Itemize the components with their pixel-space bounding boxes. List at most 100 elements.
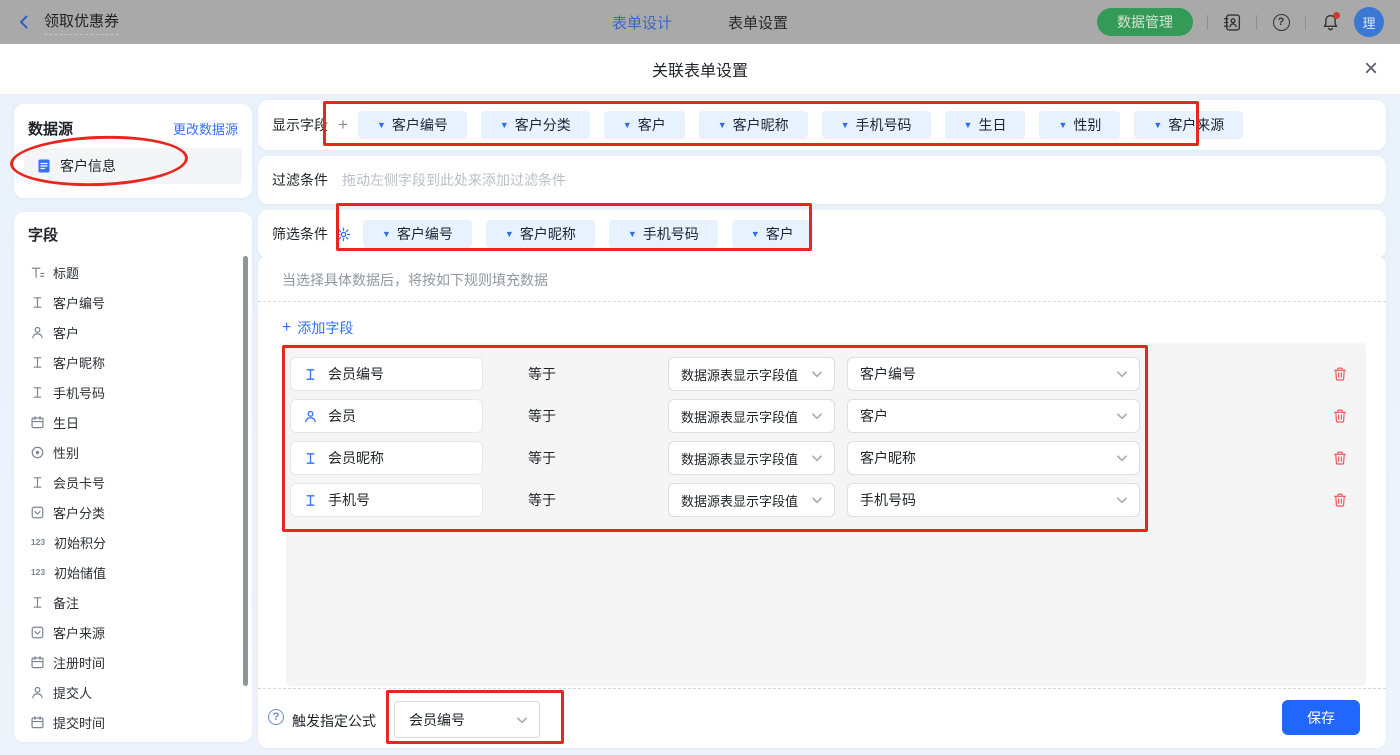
trigger-formula-select[interactable]: 会员编号 <box>394 701 540 738</box>
field-item[interactable]: 生日 <box>14 407 252 437</box>
delete-rule-button[interactable] <box>1332 408 1348 424</box>
field-item[interactable]: 客户昵称 <box>14 347 252 377</box>
source-type-select[interactable]: 数据源表显示字段值 <box>668 483 835 517</box>
screening-field-chip[interactable]: ▼客户昵称 <box>486 220 595 248</box>
field-item[interactable]: 注册时间 <box>14 647 252 677</box>
display-field-chip[interactable]: ▼客户来源 <box>1134 111 1243 139</box>
field-item[interactable]: 提交人 <box>14 677 252 707</box>
rule-row: 会员编号 等于 数据源表显示字段值 客户编号 <box>286 357 1366 391</box>
target-field-box[interactable]: 会员昵称 <box>290 441 483 475</box>
screening-conditions-label: 筛选条件 <box>272 224 328 244</box>
triangle-icon: ▼ <box>377 120 386 130</box>
display-field-chip[interactable]: ▼客户分类 <box>481 111 590 139</box>
display-field-chip[interactable]: ▼客户编号 <box>358 111 467 139</box>
chevron-down-icon <box>810 451 824 465</box>
contact-book-icon[interactable] <box>1222 12 1242 32</box>
calendar-icon <box>30 715 45 730</box>
triangle-icon: ▼ <box>751 229 760 239</box>
triangle-icon: ▼ <box>505 229 514 239</box>
tab-form-design[interactable]: 表单设计 <box>612 12 672 33</box>
field-item[interactable]: 客户分类 <box>14 497 252 527</box>
screening-field-chip[interactable]: ▼手机号码 <box>609 220 718 248</box>
field-item[interactable]: 123 初始储值 <box>14 557 252 587</box>
display-fields-label: 显示字段 <box>272 115 328 135</box>
source-field-select[interactable]: 客户昵称 <box>847 441 1140 475</box>
field-item[interactable]: 客户来源 <box>14 617 252 647</box>
field-item[interactable]: 客户编号 <box>14 287 252 317</box>
save-button[interactable]: 保存 <box>1282 700 1360 735</box>
filter-conditions-row: 过滤条件 拖动左侧字段到此处来添加过滤条件 <box>258 156 1386 204</box>
display-field-chip[interactable]: ▼客户 <box>604 111 685 139</box>
source-field-select[interactable]: 客户编号 <box>847 357 1140 391</box>
screening-field-chip[interactable]: ▼客户 <box>732 220 813 248</box>
field-item[interactable]: 123 初始积分 <box>14 527 252 557</box>
back-chevron-icon <box>16 14 32 30</box>
modal-titlebar: 关联表单设置 × <box>0 44 1400 95</box>
source-type-select[interactable]: 数据源表显示字段值 <box>668 399 835 433</box>
source-type-select[interactable]: 数据源表显示字段值 <box>668 357 835 391</box>
triangle-icon: ▼ <box>500 120 509 130</box>
person-icon <box>30 325 45 340</box>
display-field-chip[interactable]: ▼手机号码 <box>822 111 931 139</box>
add-display-field-button[interactable]: + <box>338 115 348 135</box>
help-icon[interactable]: ? <box>268 709 284 725</box>
modal-title: 关联表单设置 <box>652 57 748 81</box>
screening-field-chip[interactable]: ▼客户编号 <box>363 220 472 248</box>
delete-rule-button[interactable] <box>1332 450 1348 466</box>
select-icon <box>30 505 45 520</box>
divider <box>1256 15 1257 30</box>
number-icon: 123 <box>30 537 46 547</box>
chevron-down-icon <box>1115 409 1129 423</box>
divider <box>1305 15 1306 30</box>
operator-label: 等于 <box>528 441 556 475</box>
modal-body: 数据源 更改数据源 客户信息 字段 标题 客户编号 <box>0 95 1400 755</box>
notification-bell-icon[interactable] <box>1320 12 1340 32</box>
topbar: 领取优惠券 表单设计 表单设置 数据管理 ? <box>0 0 1400 44</box>
text-field-icon <box>30 385 45 400</box>
divider <box>258 301 1386 302</box>
field-item[interactable]: 标题 <box>14 257 252 287</box>
field-item[interactable]: 手机号码 <box>14 377 252 407</box>
text-field-icon <box>30 295 45 310</box>
source-type-select[interactable]: 数据源表显示字段值 <box>668 441 835 475</box>
operator-label: 等于 <box>528 357 556 391</box>
delete-rule-button[interactable] <box>1332 492 1348 508</box>
field-item[interactable]: 性别 <box>14 437 252 467</box>
back-button[interactable] <box>16 13 34 31</box>
display-field-chip[interactable]: ▼性别 <box>1039 111 1120 139</box>
filter-dropzone[interactable]: 拖动左侧字段到此处来添加过滤条件 <box>342 170 566 190</box>
filter-conditions-label: 过滤条件 <box>272 170 328 190</box>
document-icon <box>36 158 52 174</box>
add-field-button[interactable]: + 添加字段 <box>258 302 388 338</box>
scrollbar-thumb[interactable] <box>243 256 248 686</box>
field-item[interactable]: 会员卡号 <box>14 467 252 497</box>
fields-card: 字段 标题 客户编号 客户 客户昵称 <box>14 212 252 742</box>
change-datasource-link[interactable]: 更改数据源 <box>173 119 238 138</box>
field-item[interactable]: 备注 <box>14 587 252 617</box>
form-name[interactable]: 领取优惠券 <box>44 10 119 35</box>
field-item[interactable]: 客户 <box>14 317 252 347</box>
triangle-icon: ▼ <box>1153 120 1162 130</box>
field-item[interactable]: 提交时间 <box>14 707 252 737</box>
help-icon[interactable]: ? <box>1271 12 1291 32</box>
target-field-box[interactable]: 手机号 <box>290 483 483 517</box>
source-field-select[interactable]: 手机号码 <box>847 483 1140 517</box>
close-icon[interactable]: × <box>1364 57 1378 81</box>
app-screen: 领取优惠券 表单设计 表单设置 数据管理 ? <box>0 0 1400 755</box>
target-field-box[interactable]: 会员 <box>290 399 483 433</box>
source-field-select[interactable]: 客户 <box>847 399 1140 433</box>
data-manage-button[interactable]: 数据管理 <box>1097 8 1193 36</box>
calendar-icon <box>30 655 45 670</box>
tab-form-settings[interactable]: 表单设置 <box>728 12 788 33</box>
person-icon <box>303 409 318 424</box>
display-field-chip[interactable]: ▼客户昵称 <box>699 111 808 139</box>
triangle-icon: ▼ <box>841 120 850 130</box>
user-avatar[interactable]: 理 <box>1354 7 1384 37</box>
select-icon <box>30 625 45 640</box>
display-field-chip[interactable]: ▼生日 <box>945 111 1026 139</box>
text-field-icon <box>303 367 318 382</box>
target-field-box[interactable]: 会员编号 <box>290 357 483 391</box>
delete-rule-button[interactable] <box>1332 366 1348 382</box>
gear-icon[interactable] <box>336 227 351 242</box>
datasource-selected-item[interactable]: 客户信息 <box>24 148 242 184</box>
